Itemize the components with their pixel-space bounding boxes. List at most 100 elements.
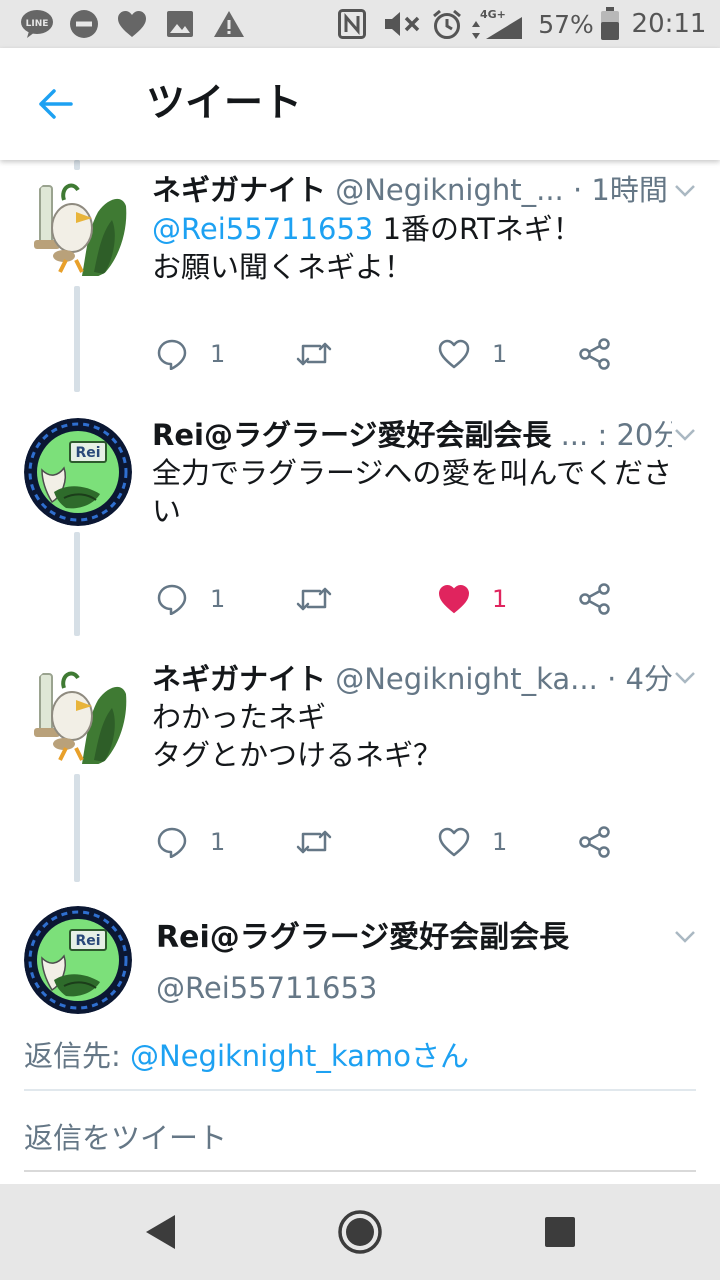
do-not-disturb-icon: [68, 0, 100, 48]
heart-outline-icon: [438, 339, 470, 369]
display-name[interactable]: ネギガナイト: [152, 173, 326, 207]
retweet-button[interactable]: [296, 579, 354, 619]
line-icon: LINE: [20, 0, 54, 48]
like-count: 1: [492, 585, 508, 613]
image-icon: [164, 0, 196, 48]
heart-icon: [116, 0, 148, 48]
svg-text:4G+: 4G+: [480, 8, 506, 21]
reply-icon: [157, 827, 187, 858]
tweet-header[interactable]: ネギガナイト @Negiknight_ka... · 4分: [152, 657, 672, 701]
tweet-text-content: 全力でラグラージへの愛を叫んでくださ い: [152, 456, 672, 528]
page-title: ツイート: [146, 81, 303, 126]
reply-to-link[interactable]: @Negiknight_kamoさん: [130, 1039, 469, 1073]
timestamp[interactable]: : 20分: [597, 418, 672, 452]
reply-count: 1: [210, 585, 226, 613]
thread-connector: [74, 532, 80, 636]
tweet-text: わかったネギ タグとかつけるネギ？: [152, 698, 697, 774]
sirfetchd-avatar: [24, 660, 132, 768]
share-icon: [579, 826, 610, 858]
retweet-icon: [296, 342, 332, 366]
mute-icon: [382, 0, 422, 48]
nav-home-button[interactable]: [320, 1198, 400, 1266]
display-name[interactable]: Rei@ラグラージ愛好会副会長: [156, 916, 569, 960]
tweet-menu-button[interactable]: [670, 420, 700, 450]
thread-connector: [74, 286, 80, 392]
like-button[interactable]: 1: [438, 822, 507, 862]
reply-button[interactable]: 1: [156, 822, 225, 862]
chevron-down-icon: [675, 429, 695, 441]
alarm-icon: [430, 0, 464, 48]
chevron-down-icon: [675, 931, 695, 943]
nav-recents-button[interactable]: [520, 1198, 600, 1266]
user-handle[interactable]: ...: [561, 418, 589, 452]
back-button[interactable]: [22, 76, 88, 132]
rei-badge-avatar: Rei: [24, 906, 132, 1014]
status-bar: LINE 4G+ 57% 20:11: [0, 0, 720, 48]
arrow-left-icon: [39, 89, 73, 119]
reply-button[interactable]: 1: [156, 334, 225, 374]
share-button[interactable]: [578, 822, 612, 862]
display-name[interactable]: Rei@ラグラージ愛好会副会長: [152, 418, 551, 452]
tweet-menu-button[interactable]: [670, 922, 700, 952]
reply-count: 1: [210, 828, 226, 856]
app-bar: ツイート: [0, 48, 720, 160]
thread-connector: [74, 774, 80, 882]
reply-icon: [157, 339, 187, 370]
navigation-bar: [0, 1184, 720, 1280]
nav-back-button[interactable]: [120, 1198, 200, 1266]
svg-text:Rei: Rei: [75, 933, 100, 949]
svg-text:LINE: LINE: [26, 19, 49, 29]
avatar[interactable]: [24, 172, 132, 280]
avatar[interactable]: Rei: [24, 906, 132, 1014]
tweet-header[interactable]: Rei@ラグラージ愛好会副会長 ... : 20分: [152, 413, 672, 457]
timestamp[interactable]: · 1時間: [573, 173, 668, 207]
reply-icon: [157, 584, 187, 615]
reply-to-line: 返信先: @Negiknight_kamoさん: [24, 1034, 469, 1078]
reply-input[interactable]: 返信をツイート: [24, 1116, 696, 1172]
user-handle[interactable]: @Negiknight_...: [335, 173, 564, 207]
svg-text:Rei: Rei: [75, 445, 100, 461]
like-count: 1: [492, 340, 508, 368]
retweet-button[interactable]: [296, 334, 354, 374]
avatar[interactable]: [24, 660, 132, 768]
share-icon: [579, 583, 610, 615]
reply-to-label: 返信先:: [24, 1039, 130, 1073]
like-count: 1: [492, 828, 508, 856]
tweet-text-content: わかったネギ タグとかつけるネギ？: [152, 700, 443, 772]
nfc-icon: [336, 0, 368, 48]
user-handle[interactable]: @Negiknight_ka...: [335, 662, 598, 696]
tweet-header[interactable]: ネギガナイト @Negiknight_... · 1時間: [152, 168, 672, 212]
divider: [24, 1089, 696, 1091]
tweet-text: 全力でラグラージへの愛を叫んでくださ い: [152, 454, 697, 530]
heart-filled-icon: [438, 584, 470, 614]
avatar[interactable]: Rei: [24, 418, 132, 526]
recents-square-icon: [545, 1217, 575, 1247]
clock: 20:11: [631, 9, 707, 39]
reply-button[interactable]: 1: [156, 579, 225, 619]
reply-count: 1: [210, 340, 226, 368]
warning-icon: [212, 0, 246, 48]
tweet-menu-button[interactable]: [670, 176, 700, 206]
timestamp[interactable]: · 4分: [607, 662, 672, 696]
back-triangle-icon: [146, 1215, 175, 1249]
retweet-icon: [296, 587, 332, 611]
home-circle-icon: [338, 1210, 382, 1254]
share-button[interactable]: [578, 334, 612, 374]
share-icon: [579, 338, 610, 370]
mention-link[interactable]: @Rei55711653: [152, 212, 373, 246]
rei-badge-avatar: Rei: [24, 418, 132, 526]
sirfetchd-avatar: [24, 172, 132, 280]
retweet-icon: [296, 830, 332, 854]
display-name[interactable]: ネギガナイト: [152, 662, 326, 696]
heart-outline-icon: [438, 827, 470, 857]
like-button[interactable]: 1: [438, 579, 507, 619]
retweet-button[interactable]: [296, 822, 354, 862]
tweet-menu-button[interactable]: [670, 663, 700, 693]
user-handle[interactable]: @Rei55711653: [156, 966, 377, 1010]
like-button[interactable]: 1: [438, 334, 507, 374]
chevron-down-icon: [675, 185, 695, 197]
share-button[interactable]: [578, 579, 612, 619]
tweet-thread[interactable]: ネギガナイト @Negiknight_... · 1時間 @Rei5571165…: [0, 160, 720, 1184]
battery-icon: [598, 0, 622, 48]
tweet-text: @Rei55711653 1番のRTネギ！ お願い聞くネギよ！: [152, 210, 697, 286]
